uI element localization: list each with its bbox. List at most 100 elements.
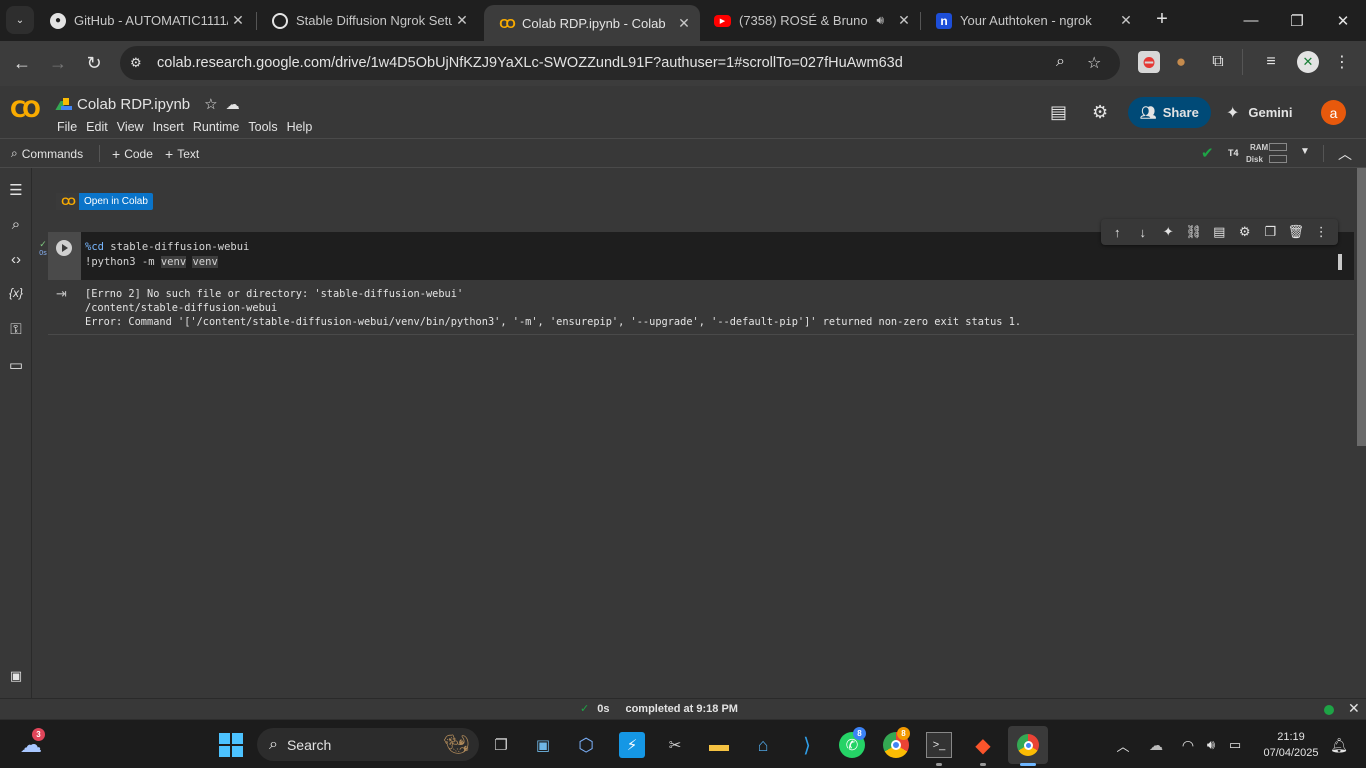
close-icon[interactable]: ✕ [1116,12,1136,29]
output-actions-icon[interactable]: ⇥ [56,286,67,302]
chrome-profile-window[interactable] [1008,726,1048,764]
speaker-icon[interactable]: 🔊︎ [876,13,884,28]
secrets-key-icon[interactable]: ⚿ [6,321,26,338]
files-folder-icon[interactable]: ▭ [6,356,26,374]
tab-separator [920,12,921,30]
connected-check-icon[interactable]: ✔ [1201,144,1214,162]
terminal-icon[interactable]: >_ [926,732,952,758]
chevron-up-icon[interactable]: ︿ [1338,144,1352,164]
browser-tab-youtube[interactable]: ▶ (7358) ROSÉ & Bruno Ma 🔊︎ ✕ [700,0,920,41]
remote-desktop-icon[interactable]: ⌂ [750,732,776,758]
site-info-icon[interactable]: ⚙︎ [130,55,150,71]
close-icon[interactable]: ✕ [228,12,248,29]
add-code-button[interactable]: + Code [112,146,153,162]
bookmark-star-icon[interactable]: ☆ [1087,53,1101,73]
share-button[interactable]: 👥︎ Share [1128,97,1211,128]
address-bar[interactable]: ⚙︎ colab.research.google.com/drive/1w4D5… [120,46,1120,80]
battery-icon[interactable]: ▭ [1222,732,1248,758]
close-icon[interactable]: ✕ [674,15,694,32]
url-text[interactable]: colab.research.google.com/drive/1w4D5ObU… [157,55,903,71]
settings-gear-icon[interactable]: ⚙︎ [1232,224,1258,240]
menu-file[interactable]: File [57,120,77,134]
notebook-title[interactable]: Colab RDP.ipynb [77,96,190,113]
minimize-button[interactable]: — [1228,0,1274,41]
page-scrollbar[interactable] [1357,168,1366,446]
menu-edit[interactable]: Edit [86,120,108,134]
cookie-icon[interactable]: ● [1170,51,1192,73]
back-button[interactable]: ← [8,49,36,77]
window-close-button[interactable]: ✕ [1320,0,1366,41]
browser-tab-colab[interactable]: CO Colab RDP.ipynb - Colab ✕ [484,5,700,41]
gemini-sparkle-icon[interactable]: ✦ [1156,224,1182,240]
close-icon[interactable]: ✕ [1348,700,1360,717]
delete-icon[interactable]: 🗑︎ [1283,224,1309,240]
find-icon[interactable]: ⌕ [6,216,26,233]
forward-button[interactable]: → [44,49,72,77]
ram-usage-bar[interactable] [1269,143,1287,151]
menu-view[interactable]: View [117,120,144,134]
open-in-colab-badge[interactable]: CO Open in Colab [56,193,153,210]
terminal-icon[interactable]: ▣ [6,668,26,684]
comment-icon[interactable]: ▤ [1207,224,1233,240]
task-view-icon[interactable]: ❐ [488,732,514,758]
brave-browser-icon[interactable]: ◆ [970,732,996,758]
more-vert-icon[interactable]: ⋮ [1309,224,1335,240]
browser-tab-github[interactable]: ● GitHub - AUTOMATIC1111/s ✕ [36,0,254,41]
extension-icon[interactable]: ⛔︎ [1138,51,1160,73]
vscode-icon[interactable]: ⟩ [794,732,820,758]
taskbar-clock[interactable]: 21:19 07/04/2025 [1256,729,1326,761]
browser-tab-stable-diffusion[interactable]: Stable Diffusion Ngrok Setup ✕ [258,0,478,41]
menu-insert[interactable]: Insert [153,120,184,134]
code-cell[interactable]: ✓ 0s %cd stable-diffusion-webui !python3… [39,219,1354,335]
editor-scrollbar[interactable] [1338,254,1342,270]
file-explorer-icon[interactable]: ▬ [706,732,732,758]
3d-viewer-icon[interactable]: ⬡ [573,732,599,758]
menu-tools[interactable]: Tools [248,120,277,134]
add-text-button[interactable]: + Text [165,146,199,162]
ram-label: RAM [1250,143,1269,152]
puzzle-icon[interactable]: ⧉ [1207,51,1229,73]
link-icon[interactable]: ⛓︎ [1181,224,1207,240]
close-icon[interactable]: ✕ [894,12,914,29]
more-vert-icon[interactable]: ⋮ [1331,51,1353,73]
execution-status[interactable]: ✓ 0s completed at 9:18 PM [580,702,738,716]
runtime-type-label[interactable]: T4 [1228,148,1239,158]
colab-logo[interactable]: CO [10,98,41,123]
mirror-cell-icon[interactable]: ❐ [1258,224,1284,240]
taskbar-search[interactable]: ⌕ Search 🦦︎ [257,728,479,761]
close-icon[interactable]: ✕ [452,12,472,29]
run-cell-button[interactable] [56,240,72,256]
chevron-up-icon[interactable]: ︿ [1110,732,1136,758]
avatar[interactable]: a [1321,100,1346,125]
zoom-icon[interactable]: ⌕ [1056,53,1065,71]
commands-button[interactable]: ⌕ Commands [11,146,83,161]
restore-button[interactable]: ❐ [1274,0,1320,41]
cloud-saved-icon[interactable]: ☁︎ [226,96,240,113]
settings-gear-icon[interactable]: ⚙︎ [1092,102,1108,123]
onedrive-icon[interactable]: ☁︎ [1143,732,1169,758]
media-controls-icon[interactable]: ≡ [1260,51,1282,73]
new-tab-button[interactable]: + [1150,8,1174,32]
photos-app-icon[interactable]: ▣ [530,732,556,758]
star-icon[interactable]: ☆ [204,95,217,113]
menu-runtime[interactable]: Runtime [193,120,240,134]
variables-icon[interactable]: {x} [6,286,26,300]
move-up-icon[interactable]: ↑ [1105,225,1131,240]
runtime-dropdown-icon[interactable]: ▼ [1300,146,1310,157]
gemini-button[interactable]: ✦ Gemini [1226,97,1292,128]
profile-icon[interactable]: ✕ [1297,51,1319,73]
move-down-icon[interactable]: ↓ [1130,225,1156,240]
menu-help[interactable]: Help [287,120,313,134]
code-snippets-icon[interactable]: ‹› [6,251,26,268]
comment-icon[interactable]: ▤ [1050,102,1067,123]
power-automate-icon[interactable]: ⚡︎ [619,732,645,758]
snipping-tool-icon[interactable]: ✂︎ [662,732,688,758]
table-of-contents-icon[interactable]: ☰ [6,181,26,199]
disk-usage-bar[interactable] [1269,155,1287,163]
reload-button[interactable]: ↻ [80,49,108,77]
tab-search-button[interactable]: ⌄ [6,6,34,34]
windows-start-icon[interactable] [218,732,244,758]
volume-icon[interactable]: 🔊︎ [1198,732,1224,758]
notification-bell-icon[interactable]: 🔔︎ [1326,732,1352,758]
browser-tab-ngrok[interactable]: n Your Authtoken - ngrok ✕ [922,0,1142,41]
